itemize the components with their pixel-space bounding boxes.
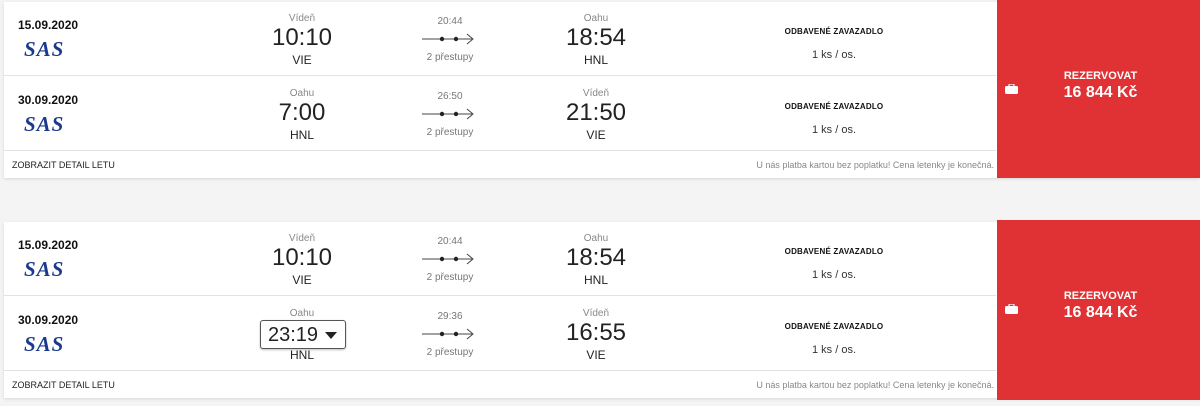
payment-note: U nás platba kartou bez poplatku! Cena l… (756, 380, 994, 390)
arrival-time: 18:54 (565, 24, 627, 51)
route-arrow-icon (422, 253, 474, 265)
baggage-count: 1 ks / os. (811, 49, 857, 61)
flight-detail-link[interactable]: ZOBRAZIT DETAIL LETU (12, 380, 115, 390)
airline-logo: SAS (24, 332, 65, 356)
arrival-city: Vídeň (582, 88, 610, 99)
baggage-title: ODBAVENÉ ZAVAZADLO (784, 322, 884, 331)
departure-code: VIE (292, 273, 312, 287)
arrival-time: 18:54 (565, 244, 627, 271)
airline-logo: SAS (24, 37, 65, 61)
flight-result-card: 15.09.2020 SAS Vídeň 10:10 VIE 20:44 2 p… (4, 220, 1200, 400)
flight-duration: 20:44 (437, 236, 463, 247)
arrival-time: 16:55 (565, 319, 627, 346)
arrival-code: VIE (586, 348, 606, 362)
baggage-title: ODBAVENÉ ZAVAZADLO (784, 247, 884, 256)
departure-code: HNL (289, 128, 314, 142)
flight-legs: 15.09.2020 SAS Vídeň 10:10 VIE 20:44 2 p… (4, 2, 996, 178)
baggage-count: 1 ks / os. (811, 124, 857, 136)
departure-time-select[interactable]: 23:19 (260, 320, 346, 349)
baggage-count: 1 ks / os. (811, 344, 857, 356)
leg-date: 30.09.2020 (18, 93, 79, 107)
stops-count: 2 přestupy (426, 272, 474, 283)
arrival-code: HNL (583, 273, 608, 287)
route-arrow-icon (422, 33, 474, 45)
route-arrow-icon (422, 108, 474, 120)
departure-code: HNL (289, 348, 314, 362)
payment-note: U nás platba kartou bez poplatku! Cena l… (756, 160, 994, 170)
departure-city: Oahu (289, 88, 315, 99)
leg-date: 15.09.2020 (18, 238, 79, 252)
book-label: REZERVOVAT (1063, 70, 1138, 82)
departure-code: VIE (292, 53, 312, 67)
baggage-title: ODBAVENÉ ZAVAZADLO (784, 27, 884, 36)
book-label: REZERVOVAT (1063, 290, 1138, 302)
leg-date: 15.09.2020 (18, 18, 79, 32)
baggage-count: 1 ks / os. (811, 269, 857, 281)
departure-city: Oahu (289, 308, 315, 319)
departure-time: 23:19 (268, 324, 319, 346)
flight-duration: 20:44 (437, 16, 463, 27)
return-leg: 30.09.2020 SAS Oahu 23:19 HNL 29:36 2 př… (4, 297, 996, 371)
departure-city: Vídeň (288, 13, 316, 24)
route-arrow-icon (422, 328, 474, 340)
book-button[interactable]: REZERVOVAT 16 844 Kč (997, 220, 1200, 400)
stops-count: 2 přestupy (426, 127, 474, 138)
departure-city: Vídeň (288, 233, 316, 244)
card-footer: ZOBRAZIT DETAIL LETU U nás platba kartou… (4, 372, 996, 398)
return-leg: 30.09.2020 SAS Oahu 7:00 HNL 26:50 2 pře… (4, 77, 996, 151)
chevron-down-icon (325, 332, 337, 339)
arrival-city: Vídeň (582, 308, 610, 319)
flight-legs: 15.09.2020 SAS Vídeň 10:10 VIE 20:44 2 p… (4, 222, 996, 398)
flight-duration: 29:36 (437, 311, 463, 322)
flight-result-card: 15.09.2020 SAS Vídeň 10:10 VIE 20:44 2 p… (4, 0, 1200, 178)
departure-time: 10:10 (271, 24, 333, 51)
airline-logo: SAS (24, 257, 65, 281)
flight-detail-link[interactable]: ZOBRAZIT DETAIL LETU (12, 160, 115, 170)
price: 16 844 Kč (1063, 84, 1138, 101)
baggage-title: ODBAVENÉ ZAVAZADLO (784, 102, 884, 111)
stops-count: 2 přestupy (426, 347, 474, 358)
stops-count: 2 přestupy (426, 52, 474, 63)
card-footer: ZOBRAZIT DETAIL LETU U nás platba kartou… (4, 152, 996, 178)
airline-logo: SAS (24, 112, 65, 136)
departure-time: 7:00 (278, 99, 326, 126)
book-button[interactable]: REZERVOVAT 16 844 Kč (997, 0, 1200, 178)
departure-time: 10:10 (271, 244, 333, 271)
price: 16 844 Kč (1063, 304, 1138, 321)
leg-date: 30.09.2020 (18, 313, 79, 327)
arrival-time: 21:50 (565, 99, 627, 126)
outbound-leg: 15.09.2020 SAS Vídeň 10:10 VIE 20:44 2 p… (4, 222, 996, 296)
outbound-leg: 15.09.2020 SAS Vídeň 10:10 VIE 20:44 2 p… (4, 2, 996, 76)
arrival-code: VIE (586, 128, 606, 142)
arrival-city: Oahu (583, 233, 609, 244)
arrival-city: Oahu (583, 13, 609, 24)
arrival-code: HNL (583, 53, 608, 67)
flight-duration: 26:50 (437, 91, 463, 102)
